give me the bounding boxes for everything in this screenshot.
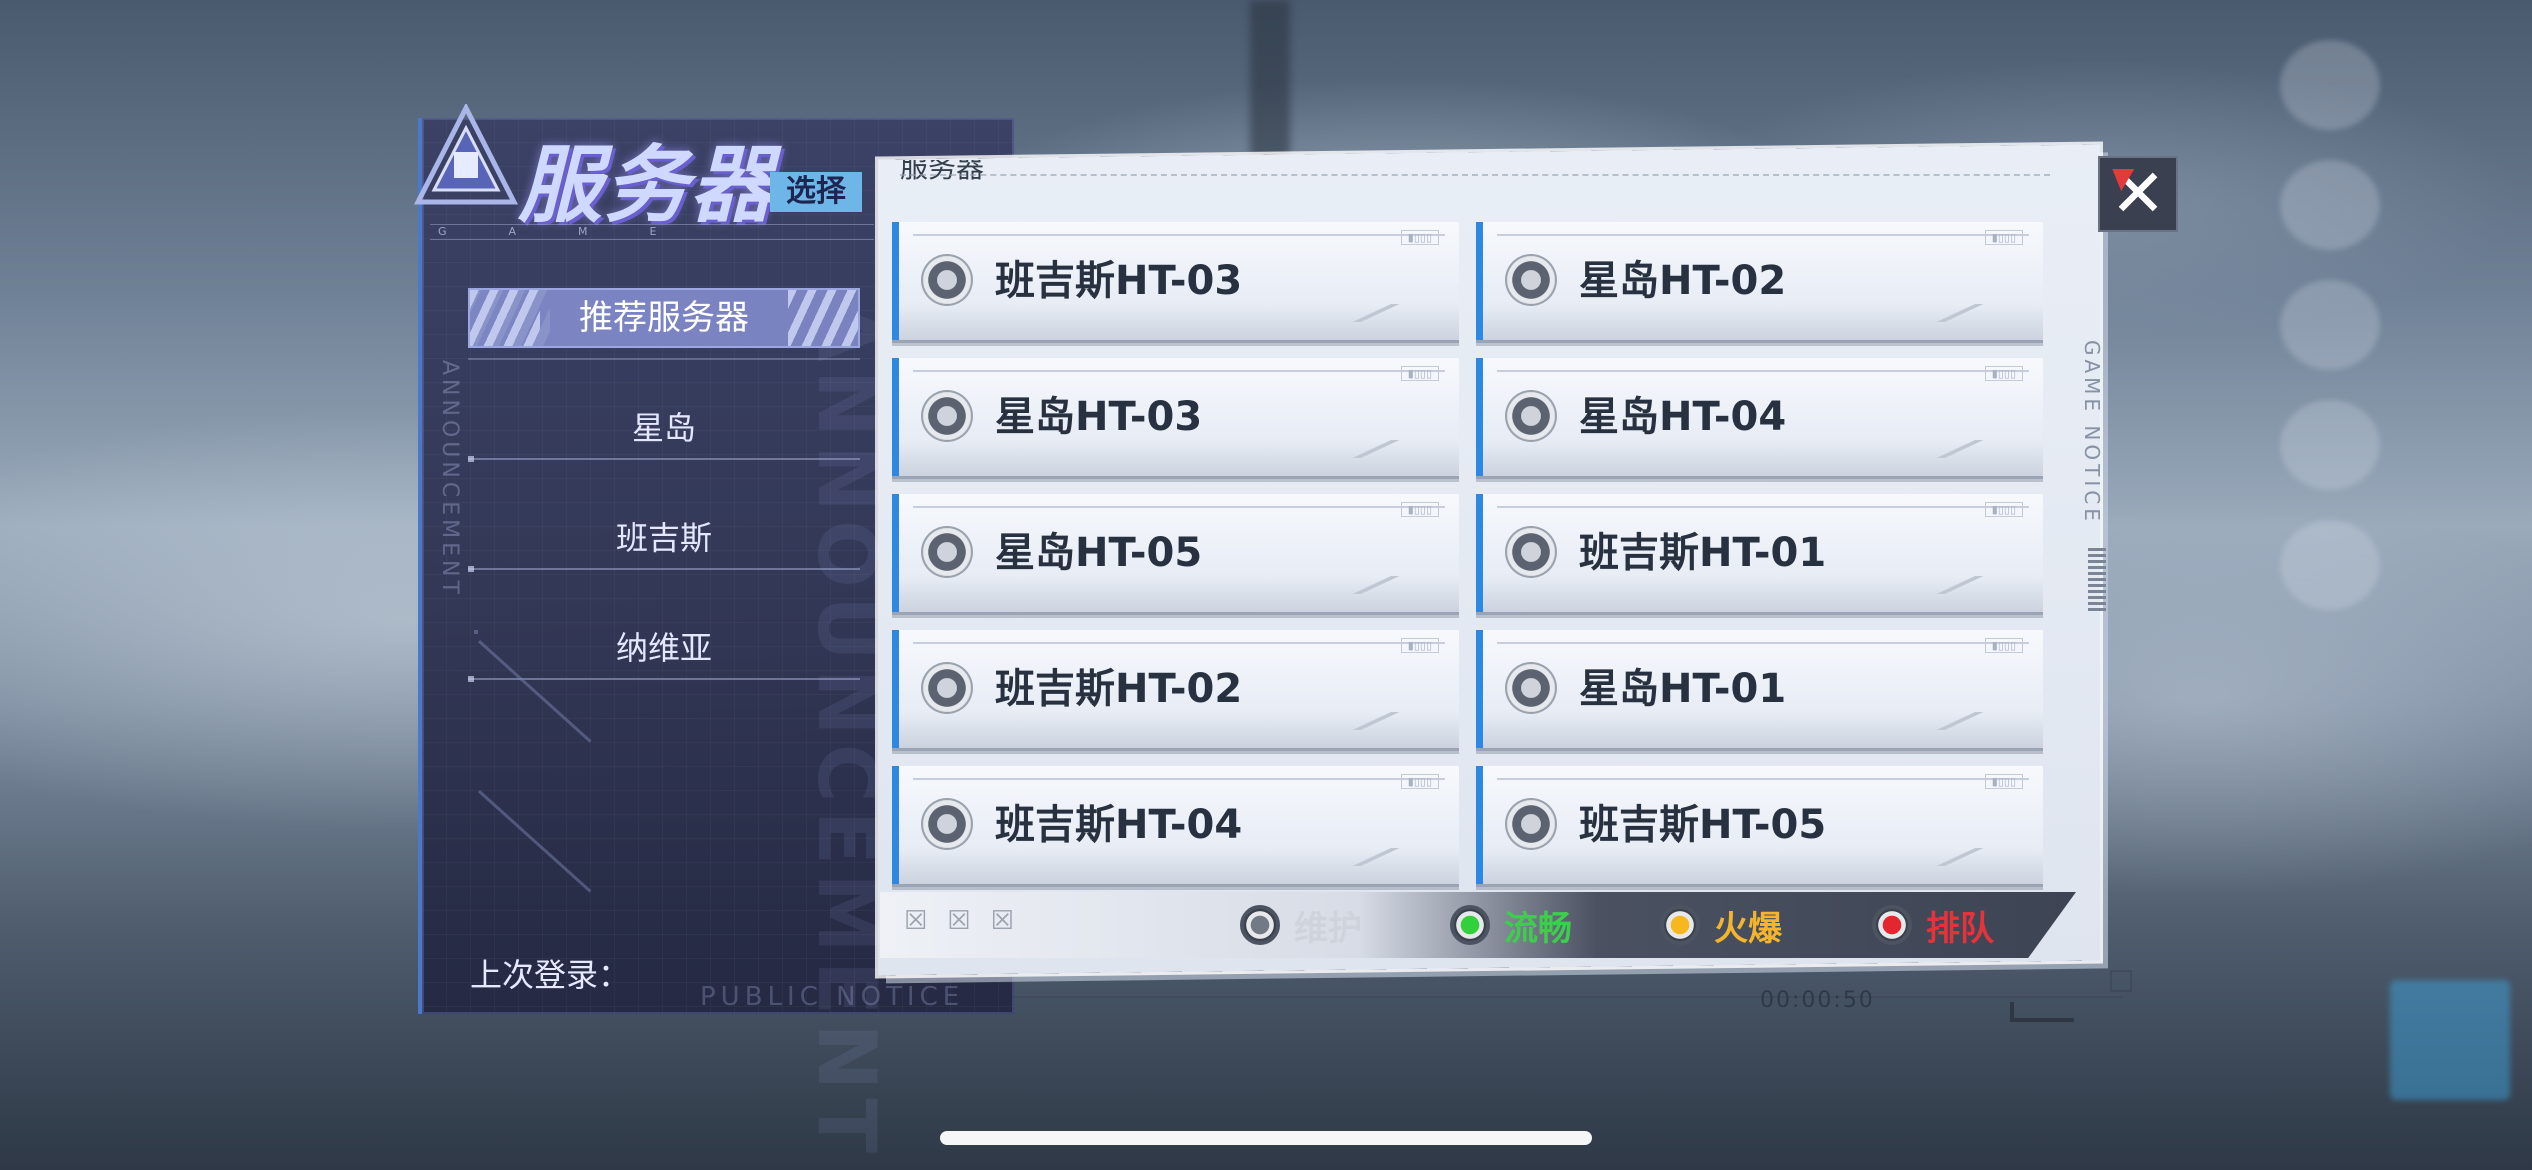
- background-blue-button: [2390, 980, 2510, 1100]
- server-card[interactable]: ▮▯▯▯ 班吉斯HT-04: [892, 766, 1459, 884]
- server-name: 星岛HT-05: [995, 530, 1203, 576]
- stripe-decor-left: [470, 290, 540, 346]
- card-stripe-decor: [1919, 440, 2019, 458]
- server-card[interactable]: ▮▯▯▯ 班吉斯HT-03: [892, 222, 1459, 340]
- server-card[interactable]: ▮▯▯▯ 班吉斯HT-05: [1476, 766, 2043, 884]
- server-name: 星岛HT-04: [1579, 394, 1787, 440]
- status-dot-icon: [1505, 254, 1557, 306]
- server-name: 星岛HT-01: [1579, 666, 1787, 712]
- card-stripe-decor: [1335, 440, 1435, 458]
- status-dot-icon: [921, 526, 973, 578]
- server-name: 班吉斯HT-05: [1579, 802, 1827, 848]
- ruler-decor: [900, 174, 2050, 196]
- server-card[interactable]: ▮▯▯▯ 星岛HT-05: [892, 494, 1459, 612]
- card-tag-decor: ▮▯▯▯: [1984, 502, 2023, 517]
- server-name: 班吉斯HT-03: [995, 258, 1243, 304]
- card-tag-decor: ▮▯▯▯: [1400, 774, 1439, 789]
- card-stripe-decor: [1335, 304, 1435, 322]
- status-dot-icon: [1505, 526, 1557, 578]
- status-legend: ☒☒☒ 维护 流畅 火爆 排队: [880, 892, 2076, 958]
- card-tag-decor: ▮▯▯▯: [1400, 366, 1439, 381]
- server-name: 星岛HT-03: [995, 394, 1203, 440]
- card-stripe-decor: [1919, 848, 2019, 866]
- legend-maintenance-label: 维护: [1294, 908, 1362, 949]
- server-card[interactable]: ▮▯▯▯ 星岛HT-04: [1476, 358, 2043, 476]
- status-dot-icon: [921, 798, 973, 850]
- card-tag-decor: ▮▯▯▯: [1400, 502, 1439, 517]
- server-name: 班吉斯HT-04: [995, 802, 1243, 848]
- announcement-vertical-label: ANNOUNCEMENT: [437, 360, 462, 598]
- status-dot-icon: [1505, 390, 1557, 442]
- card-tag-decor: ▮▯▯▯: [1984, 230, 2023, 245]
- last-login-label: 上次登录：: [470, 956, 631, 994]
- background-tower: [1250, 0, 1290, 160]
- legend-hot: 火爆: [1660, 902, 1782, 949]
- card-tag-decor: ▮▯▯▯: [1984, 366, 2023, 381]
- game-notice-label: GAME NOTICE: [2080, 340, 2104, 525]
- status-dot-icon: [1450, 905, 1490, 945]
- public-notice-label: PUBLIC NOTICE: [700, 982, 965, 1012]
- legend-smooth: 流畅: [1450, 902, 1572, 949]
- card-stripe-decor: [1335, 848, 1435, 866]
- card-tag-decor: ▮▯▯▯: [1984, 638, 2023, 653]
- category-item-xingdao[interactable]: 星岛: [468, 398, 860, 462]
- legend-box-decor: ☒☒☒: [904, 906, 1034, 936]
- home-indicator[interactable]: [940, 1131, 1592, 1145]
- legend-queue-label: 排队: [1926, 908, 1994, 949]
- card-stripe-decor: [1335, 576, 1435, 594]
- server-card[interactable]: ▮▯▯▯ 星岛HT-01: [1476, 630, 2043, 748]
- timer-readout: 00:00:50: [1760, 988, 1875, 1013]
- legend-maintenance: 维护: [1240, 902, 1362, 949]
- bottom-rule-decor: [1012, 996, 2122, 998]
- page-title-tag: 选择: [770, 172, 862, 212]
- status-dot-icon: [921, 390, 973, 442]
- status-dot-icon: [1660, 905, 1700, 945]
- server-name: 星岛HT-02: [1579, 258, 1787, 304]
- legend-smooth-label: 流畅: [1504, 908, 1572, 949]
- card-tag-decor: ▮▯▯▯: [1400, 638, 1439, 653]
- bracket-decor: [2010, 1002, 2074, 1022]
- corner-decor: [474, 630, 478, 634]
- status-dot-icon: [1505, 798, 1557, 850]
- card-stripe-decor: [1919, 304, 2019, 322]
- background-menu-icons: [2280, 40, 2400, 640]
- status-dot-icon: [1240, 905, 1280, 945]
- game-logo-icon: [413, 104, 519, 205]
- legend-hot-label: 火爆: [1714, 908, 1782, 949]
- close-button[interactable]: ✕: [2098, 156, 2178, 232]
- page-title: 服务器: [518, 136, 777, 234]
- barcode-decor: [2088, 548, 2106, 614]
- status-dot-icon: [921, 254, 973, 306]
- status-dot-icon: [1505, 662, 1557, 714]
- server-card[interactable]: ▮▯▯▯ 星岛HT-02: [1476, 222, 2043, 340]
- card-stripe-decor: [1919, 576, 2019, 594]
- close-x-icon: ✕: [2110, 155, 2166, 232]
- card-stripe-decor: [1919, 712, 2019, 730]
- legend-queue: 排队: [1872, 902, 1994, 949]
- status-dot-icon: [921, 662, 973, 714]
- server-card[interactable]: ▮▯▯▯ 班吉斯HT-02: [892, 630, 1459, 748]
- server-name: 班吉斯HT-02: [995, 666, 1243, 712]
- corner-square-decor: [2110, 970, 2132, 992]
- category-item-naweiya[interactable]: 纳维亚: [468, 618, 860, 682]
- game-strip-label: GAME: [430, 224, 874, 240]
- status-dot-icon: [1872, 905, 1912, 945]
- server-card[interactable]: ▮▯▯▯ 班吉斯HT-01: [1476, 494, 2043, 612]
- card-tag-decor: ▮▯▯▯: [1984, 774, 2023, 789]
- category-recommended-label: 推荐服务器: [579, 298, 749, 338]
- card-tag-decor: ▮▯▯▯: [1400, 230, 1439, 245]
- server-name: 班吉斯HT-01: [1579, 530, 1827, 576]
- category-item-banjisi[interactable]: 班吉斯: [468, 508, 860, 572]
- server-card[interactable]: ▮▯▯▯ 星岛HT-03: [892, 358, 1459, 476]
- card-stripe-decor: [1335, 712, 1435, 730]
- stripe-decor-right: [788, 290, 858, 346]
- category-divider: [468, 358, 860, 360]
- category-recommended[interactable]: 推荐服务器: [468, 288, 860, 348]
